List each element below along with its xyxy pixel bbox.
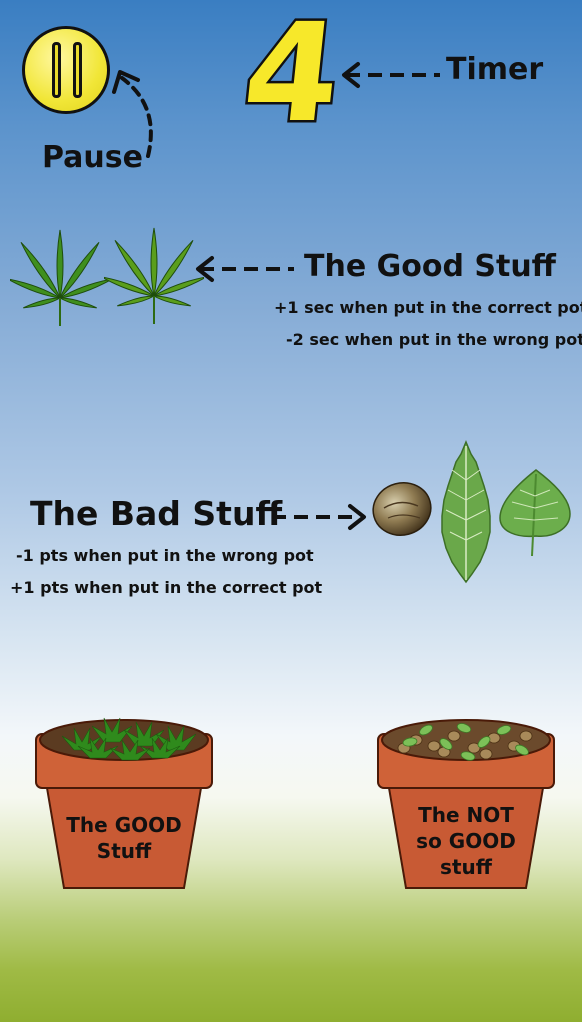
bad-pot[interactable]: The NOT so GOOD stuff: [376, 706, 556, 892]
good-stuff-rule-correct: +1 sec when put in the correct pot: [274, 298, 582, 317]
timer-pointer-arrow: [342, 62, 440, 88]
bad-stuff-title: The Bad Stuff: [30, 494, 283, 533]
good-stuff-title: The Good Stuff: [304, 249, 556, 284]
elm-leaf-icon: [441, 440, 491, 584]
bad-pot-label-line: stuff: [440, 855, 492, 879]
timer-value: 4: [234, 0, 350, 156]
bad-stuff-rule-wrong: -1 pts when put in the wrong pot: [16, 546, 314, 565]
good-pot-label-line: The GOOD: [66, 813, 182, 837]
timer-label: Timer: [446, 52, 544, 87]
good-leaf-icon: [104, 227, 204, 325]
seed-icon: [372, 482, 432, 536]
good-pot[interactable]: The GOOD Stuff: [34, 706, 214, 892]
good-pot-label-line: Stuff: [96, 839, 152, 863]
pause-bar-left: [52, 42, 61, 98]
good-pot-graphic: [35, 717, 213, 889]
pause-bar-right: [73, 42, 82, 98]
bad-stuff-pointer-arrow: [272, 504, 366, 530]
good-stuff-pointer-arrow: [196, 256, 294, 282]
birch-leaf-icon: [499, 469, 571, 557]
bad-pot-label-line: so GOOD: [416, 829, 516, 853]
pause-button[interactable]: [22, 26, 110, 114]
bad-pot-label-line: The NOT: [418, 803, 514, 827]
bad-pot-label: The NOT so GOOD stuff: [406, 802, 526, 880]
bad-stuff-rule-correct: +1 pts when put in the correct pot: [10, 578, 323, 597]
good-stuff-rule-wrong: -2 sec when put in the wrong pot: [286, 330, 582, 349]
good-pot-label: The GOOD Stuff: [64, 812, 184, 864]
good-leaf-icon: [10, 229, 110, 327]
pause-label: Pause: [42, 140, 143, 175]
